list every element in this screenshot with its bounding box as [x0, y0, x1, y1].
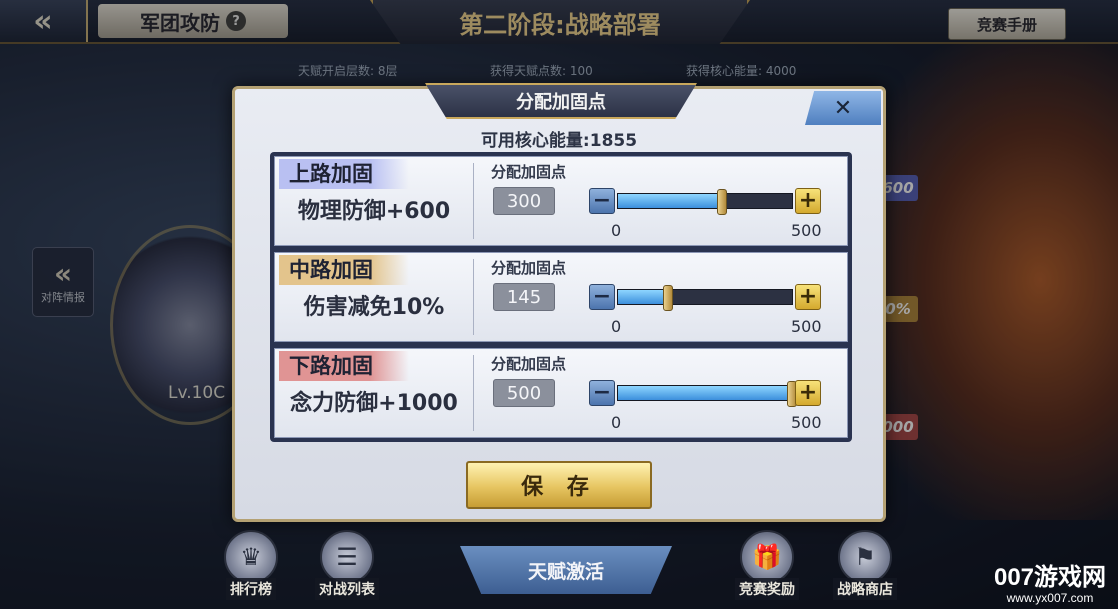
slider-fill: [618, 290, 669, 304]
divider: [473, 259, 474, 335]
slider-handle[interactable]: [663, 285, 674, 311]
alloc-value-field[interactable]: 300: [493, 187, 555, 215]
gift-icon: 🎁: [740, 530, 794, 584]
ranking-button[interactable]: ♛ 排行榜: [218, 530, 284, 600]
alloc-slider[interactable]: [617, 285, 793, 311]
lane-row-middle: 中路加固 伤害减免10% 分配加固点 145 − + 0 500: [274, 252, 848, 342]
close-icon: ✕: [833, 95, 853, 121]
slider-min: 0: [611, 413, 622, 432]
laurel-icon: ♛: [224, 530, 278, 584]
divider: [473, 163, 474, 239]
lane-tag: 上路加固: [279, 159, 409, 189]
watermark-big: 007游戏网: [993, 564, 1107, 591]
save-button[interactable]: 保 存: [466, 461, 652, 509]
slider-fill: [618, 386, 792, 400]
battle-list-label: 对战列表: [315, 578, 379, 600]
decrease-button[interactable]: −: [589, 284, 615, 310]
alloc-value-field[interactable]: 500: [493, 379, 555, 407]
alloc-label: 分配加固点: [491, 355, 567, 373]
decrease-button[interactable]: −: [589, 380, 615, 406]
watermark-small: www.yx007.com: [1006, 591, 1094, 605]
slider-fill: [618, 194, 723, 208]
list-icon: ☰: [320, 530, 374, 584]
slider-min: 0: [611, 317, 622, 336]
slider-max: 500: [791, 413, 822, 432]
rewards-button[interactable]: 🎁 竞赛奖励: [734, 530, 800, 600]
alloc-label: 分配加固点: [491, 259, 567, 277]
activate-talent-button[interactable]: 天赋激活: [460, 546, 672, 594]
alloc-label: 分配加固点: [491, 163, 567, 181]
shop-flag-icon: ⚑: [838, 530, 892, 584]
slider-min: 0: [611, 221, 622, 240]
increase-button[interactable]: +: [795, 284, 821, 310]
available-energy: 可用核心能量:1855: [480, 131, 638, 151]
lane-effect: 念力防御+1000: [290, 391, 458, 416]
lane-effect: 物理防御+600: [297, 199, 451, 224]
lane-row-bottom: 下路加固 念力防御+1000 分配加固点 500 − + 0 500: [274, 348, 848, 438]
slider-handle[interactable]: [717, 189, 728, 215]
dialog-title: 分配加固点: [425, 83, 697, 119]
increase-button[interactable]: +: [795, 380, 821, 406]
allocation-dialog: 分配加固点 ✕ 可用核心能量:1855 上路加固 物理防御+600 分配加固点 …: [232, 83, 886, 522]
alloc-slider[interactable]: [617, 381, 797, 407]
slider-max: 500: [791, 221, 822, 240]
lane-row-top: 上路加固 物理防御+600 分配加固点 300 − + 0 500: [274, 156, 848, 246]
watermark: 007游戏网 www.yx007.com: [990, 564, 1110, 606]
slider-max: 500: [791, 317, 822, 336]
shop-button[interactable]: ⚑ 战略商店: [832, 530, 898, 600]
lane-tag: 中路加固: [279, 255, 409, 285]
shop-label: 战略商店: [833, 578, 897, 600]
battle-list-button[interactable]: ☰ 对战列表: [314, 530, 380, 600]
increase-button[interactable]: +: [795, 188, 821, 214]
rewards-label: 竞赛奖励: [735, 578, 799, 600]
decrease-button[interactable]: −: [589, 188, 615, 214]
lane-list: 上路加固 物理防御+600 分配加固点 300 − + 0 500 中路加固 伤…: [270, 152, 852, 442]
alloc-slider[interactable]: [617, 189, 793, 215]
alloc-value-field[interactable]: 145: [493, 283, 555, 311]
close-button[interactable]: ✕: [805, 91, 881, 125]
divider: [473, 355, 474, 431]
ranking-label: 排行榜: [226, 578, 276, 600]
lane-effect: 伤害减免10%: [303, 295, 445, 320]
lane-tag: 下路加固: [279, 351, 409, 381]
